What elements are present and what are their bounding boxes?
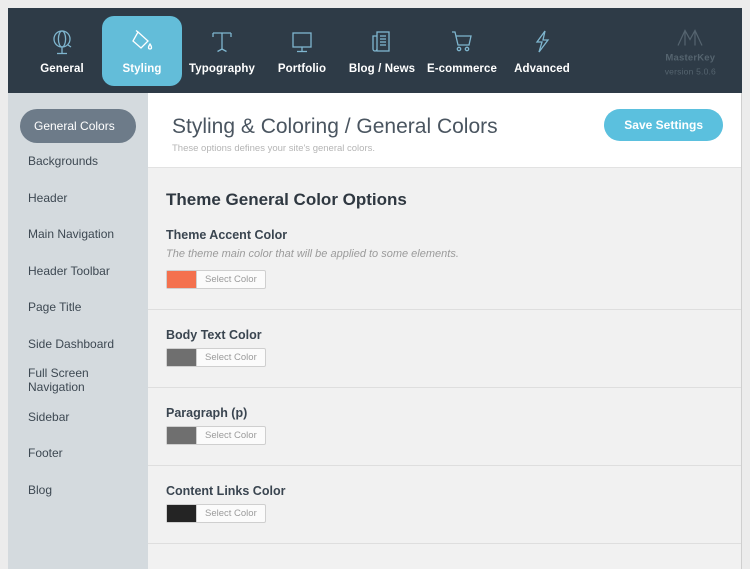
option-row-theme-accent-color: Theme Accent Color The theme main color … [148, 210, 741, 310]
brand-name: MasterKey [665, 52, 716, 63]
sidebar-item-label: Blog [28, 482, 53, 497]
sidebar-item-backgrounds[interactable]: Backgrounds [8, 143, 148, 180]
nav-item-label: General [40, 62, 84, 75]
sidebar-item-label: General Colors [34, 119, 115, 133]
admin-page: General Styling Typography Portfolio Blo… [0, 0, 750, 569]
color-picker-body-text-color[interactable]: Select Color [166, 348, 266, 367]
page-subtitle: These options defines your site's genera… [172, 143, 376, 155]
settings-sidebar: General Colors Backgrounds Header Main N… [8, 93, 148, 569]
globe-icon [49, 27, 75, 57]
color-picker-content-links-color[interactable]: Select Color [166, 504, 266, 523]
sidebar-item-label: Page Title [28, 300, 82, 315]
sidebar-item-sidebar[interactable]: Sidebar [8, 399, 148, 436]
sidebar-item-side-dashboard[interactable]: Side Dashboard [8, 326, 148, 363]
nav-item-label: Typography [189, 62, 255, 75]
nav-item-advanced[interactable]: Advanced [502, 16, 582, 86]
sidebar-item-general-colors[interactable]: General Colors [20, 109, 136, 143]
sidebar-item-label: Sidebar [28, 409, 70, 424]
brand-version: version 5.0.6 [664, 66, 716, 76]
select-color-label: Select Color [196, 349, 265, 366]
option-row-paragraph: Paragraph (p) Select Color [148, 388, 741, 466]
sidebar-item-label: Full Screen Navigation [28, 366, 89, 395]
sidebar-item-full-screen-navigation[interactable]: Full Screen Navigation [8, 362, 148, 399]
select-color-label: Select Color [196, 427, 265, 444]
color-picker-paragraph[interactable]: Select Color [166, 426, 266, 445]
color-swatch[interactable] [167, 349, 196, 366]
color-picker-theme-accent-color[interactable]: Select Color [166, 270, 266, 289]
nav-item-label: Portfolio [277, 62, 327, 75]
nav-item-label: E-commerce [426, 62, 498, 75]
nav-item-ecommerce[interactable]: E-commerce [422, 16, 502, 86]
nav-item-typography[interactable]: Typography [182, 16, 262, 86]
sidebar-item-header[interactable]: Header [8, 180, 148, 217]
color-swatch[interactable] [167, 271, 196, 288]
nav-item-label: Blog / News [348, 62, 416, 75]
text-t-icon [209, 27, 235, 57]
paint-bucket-icon [129, 27, 155, 57]
sidebar-item-label: Main Navigation [28, 227, 115, 242]
masterkey-logo-icon [675, 25, 705, 49]
select-color-label: Select Color [196, 271, 265, 288]
shopping-cart-icon [449, 27, 475, 57]
nav-item-general[interactable]: General [22, 16, 102, 86]
sidebar-item-label: Header Toolbar [28, 263, 110, 278]
nav-item-label: Styling [122, 62, 162, 75]
sidebar-item-blog[interactable]: Blog [8, 472, 148, 509]
brand-logo: MasterKey version 5.0.6 [665, 25, 716, 76]
top-navigation-bar: General Styling Typography Portfolio Blo… [8, 8, 742, 93]
sidebar-item-footer[interactable]: Footer [8, 435, 148, 472]
option-label: Body Text Color [166, 328, 262, 342]
sidebar-item-label: Footer [28, 446, 63, 461]
page-body: General Colors Backgrounds Header Main N… [8, 93, 742, 569]
option-row-content-links-color: Content Links Color Select Color [148, 466, 741, 544]
lightning-bolt-icon [529, 27, 555, 57]
page-header: Styling & Coloring / General Colors Thes… [148, 93, 741, 168]
nav-item-portfolio[interactable]: Portfolio [262, 16, 342, 86]
color-swatch[interactable] [167, 427, 196, 444]
top-nav-items: General Styling Typography Portfolio Blo… [22, 15, 582, 86]
sidebar-item-label: Side Dashboard [28, 336, 115, 351]
sidebar-item-main-navigation[interactable]: Main Navigation [8, 216, 148, 253]
option-description: The theme main color that will be applie… [166, 248, 459, 260]
monitor-icon [289, 27, 315, 57]
select-color-label: Select Color [196, 505, 265, 522]
color-swatch[interactable] [167, 505, 196, 522]
option-row-body-text-color: Body Text Color Select Color [148, 310, 741, 388]
sidebar-item-page-title[interactable]: Page Title [8, 289, 148, 326]
option-label: Paragraph (p) [166, 406, 248, 420]
nav-item-label: Advanced [514, 62, 570, 75]
section-title: Theme General Color Options [166, 190, 407, 209]
settings-content: Styling & Coloring / General Colors Thes… [148, 93, 742, 569]
sidebar-item-label: Header [28, 190, 68, 205]
option-label: Theme Accent Color [166, 228, 288, 242]
nav-item-styling[interactable]: Styling [102, 15, 182, 86]
sidebar-item-label: Backgrounds [28, 154, 99, 169]
newspaper-icon [369, 27, 395, 57]
save-settings-button[interactable]: Save Settings [604, 109, 723, 141]
sidebar-item-header-toolbar[interactable]: Header Toolbar [8, 253, 148, 290]
options-panel: Theme General Color Options Theme Accent… [148, 168, 741, 569]
nav-item-blog-news[interactable]: Blog / News [342, 16, 422, 86]
option-label: Content Links Color [166, 484, 286, 498]
